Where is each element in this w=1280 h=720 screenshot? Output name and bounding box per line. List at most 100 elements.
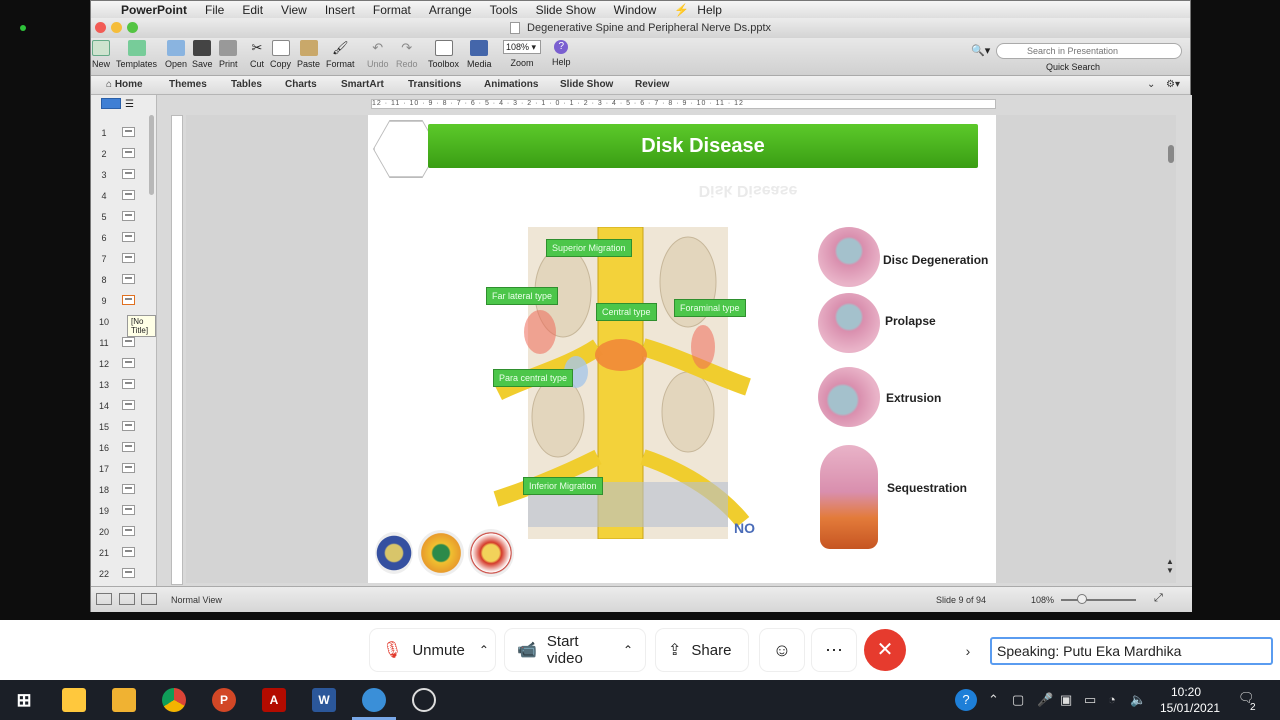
normal-view-toggle[interactable] [101,98,121,109]
media-button[interactable]: Media [467,40,492,69]
lightning-icon[interactable]: ⚡ [674,3,689,17]
templates-button[interactable]: Templates [116,40,157,69]
unmute-button[interactable]: 🎙 Unmute ⌃ [370,629,495,671]
chevron-up-icon[interactable]: ⌃ [479,643,489,657]
fit-window-icon[interactable]: ⤢ [1154,592,1163,605]
device-icon[interactable]: ▢ [1012,692,1024,708]
thumbnail-scrollbar[interactable] [149,115,154,195]
slide-thumbnail-pane[interactable]: ☰ 1 2 3 4 5 6 7 8 9 10 [No Title] 11 12 … [91,95,157,586]
outline-view-toggle[interactable]: ☰ [125,99,134,110]
help-tray-icon[interactable]: ? [955,689,977,711]
tab-slide-show[interactable]: Slide Show [560,79,613,90]
gear-icon[interactable]: ⚙▾ [1166,79,1180,90]
slide[interactable]: Disk Disease Disk Disease Superior Migra… [368,115,996,583]
clock[interactable]: 10:20 15/01/2021 [1160,684,1220,716]
thumbnail-18[interactable]: 18 [91,480,151,501]
thumbnail-8[interactable]: 8 [91,270,151,291]
tab-tables[interactable]: Tables [231,79,262,90]
windows-start-icon[interactable]: ⊞ [12,688,36,712]
help-button[interactable]: ? Help [552,40,571,67]
chevron-up-icon[interactable]: ⌃ [988,692,999,708]
thumbnail-16[interactable]: 16 [91,438,151,459]
vertical-scrollbar[interactable] [1168,145,1174,163]
menu-file[interactable]: File [205,3,224,17]
thumbnail-22[interactable]: 22 [91,564,151,585]
redo-button[interactable]: ↷ Redo [396,40,418,69]
format-painter-button[interactable]: 🖌 Format [326,40,355,69]
thumbnail-21[interactable]: 21 [91,543,151,564]
tab-charts[interactable]: Charts [285,79,317,90]
menu-view[interactable]: View [281,3,307,17]
more-button[interactable]: ⋯ [812,629,856,671]
slide-sorter-button[interactable] [119,593,135,605]
start-video-button[interactable]: 📹 Start video ⌃ [505,629,645,671]
zoom-slider[interactable] [1061,599,1136,601]
thumbnail-11[interactable]: 11 [91,333,151,354]
ribbon-collapse-icon[interactable]: ⌄ [1147,79,1155,90]
thumbnail-6[interactable]: 6 [91,228,151,249]
print-button[interactable]: Print [219,40,238,69]
chrome-icon[interactable] [162,688,186,712]
tab-transitions[interactable]: Transitions [408,79,461,90]
menu-edit[interactable]: Edit [242,3,263,17]
tab-smartart[interactable]: SmartArt [341,79,384,90]
menu-app[interactable]: PowerPoint [121,3,187,17]
menu-format[interactable]: Format [373,3,411,17]
zoom-dropdown[interactable]: 108% ▾ [503,40,541,54]
paste-button[interactable]: Paste [297,40,320,69]
open-button[interactable]: Open [165,40,187,69]
thumbnail-4[interactable]: 4 [91,186,151,207]
normal-view-button[interactable] [96,593,112,605]
close-window-button[interactable] [95,22,106,33]
obs-icon[interactable] [412,688,436,712]
zoom-control[interactable]: 108% ▾ Zoom [503,40,541,68]
tab-themes[interactable]: Themes [169,79,207,90]
undo-button[interactable]: ↶ Undo [367,40,389,69]
slide-title[interactable]: Disk Disease [428,124,978,168]
tab-home[interactable]: ⌂ Home [106,79,143,90]
save-button[interactable]: Save [192,40,213,69]
thumbnail-20[interactable]: 20 [91,522,151,543]
thumbnail-15[interactable]: 15 [91,417,151,438]
zoom-slider-knob[interactable] [1077,594,1087,604]
thumbnail-5[interactable]: 5 [91,207,151,228]
thumbnail-17[interactable]: 17 [91,459,151,480]
zoom-window-button[interactable] [127,22,138,33]
file-explorer-icon[interactable] [112,688,136,712]
powerpoint-icon[interactable]: P [212,688,236,712]
battery-icon[interactable]: ▭ [1084,692,1096,708]
slide-show-button[interactable] [141,593,157,605]
menu-slide-show[interactable]: Slide Show [536,3,596,17]
tab-review[interactable]: Review [635,79,669,90]
thumbnail-2[interactable]: 2 [91,144,151,165]
thumbnail-14[interactable]: 14 [91,396,151,417]
menu-arrange[interactable]: Arrange [429,3,472,17]
thumbnail-1[interactable]: 1 [91,123,151,144]
zoom-app-icon[interactable] [362,688,386,712]
meet-now-icon[interactable]: ▣ [1060,692,1072,708]
acrobat-icon[interactable]: A [262,688,286,712]
microphone-icon[interactable]: 🎤 [1037,692,1053,708]
minimize-window-button[interactable] [111,22,122,33]
scroll-down-arrows[interactable]: ▲ ▼ [1166,557,1174,575]
end-call-button[interactable]: ✕ [864,629,906,671]
cut-button[interactable]: ✂ Cut [248,40,266,69]
thumbnail-13[interactable]: 13 [91,375,151,396]
store-icon[interactable] [62,688,86,712]
menu-help[interactable]: Help [697,3,722,17]
thumbnail-12[interactable]: 12 [91,354,151,375]
new-button[interactable]: New [92,40,110,69]
thumbnail-3[interactable]: 3 [91,165,151,186]
toolbox-button[interactable]: Toolbox [428,40,459,69]
menu-tools[interactable]: Tools [490,3,518,17]
tab-animations[interactable]: Animations [484,79,538,90]
thumbnail-9[interactable]: 9 [91,291,151,312]
copy-button[interactable]: Copy [270,40,291,69]
expand-speaker-button[interactable]: › [956,637,980,665]
search-input[interactable] [996,43,1182,59]
reactions-button[interactable]: ☺ [760,629,804,671]
menu-insert[interactable]: Insert [325,3,355,17]
share-button[interactable]: ⇪ Share [656,629,748,671]
volume-icon[interactable]: 🔈 [1130,692,1146,708]
thumbnail-19[interactable]: 19 [91,501,151,522]
